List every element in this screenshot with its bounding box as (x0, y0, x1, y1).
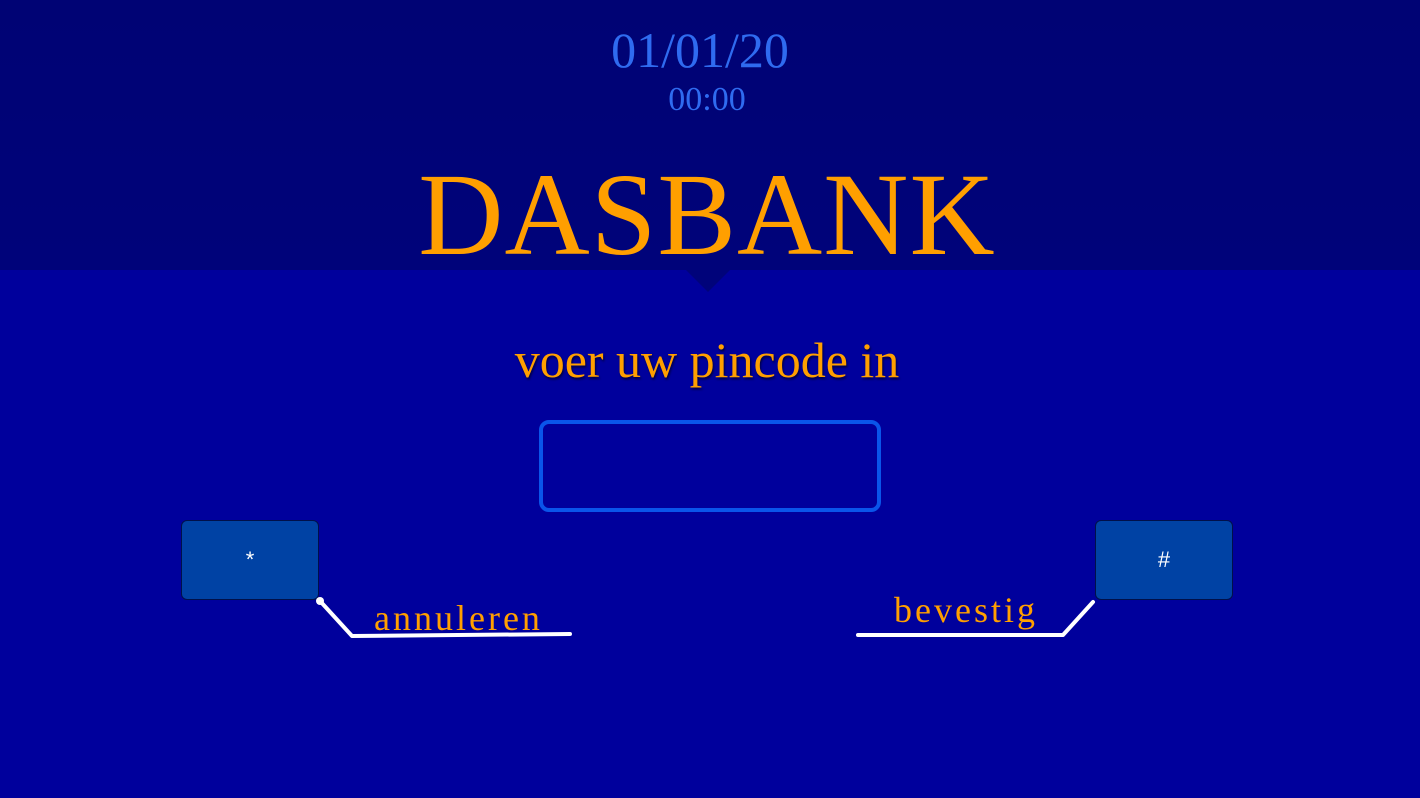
bank-logo: DASBANK (418, 149, 996, 280)
header-notch (686, 270, 730, 292)
confirm-key-button[interactable]: # (1095, 520, 1233, 600)
time-display: 00:00 (668, 81, 746, 118)
header-bar: 01/01/20 00:00 DASBANK (0, 0, 1420, 280)
cancel-label[interactable]: annuleren (374, 598, 543, 638)
pin-prompt: voer uw pincode in (514, 332, 900, 388)
confirm-label[interactable]: bevestig (894, 590, 1038, 630)
cancel-key-button[interactable]: * (181, 520, 319, 600)
date-display: 01/01/20 (611, 22, 789, 78)
pin-input[interactable] (539, 420, 881, 512)
